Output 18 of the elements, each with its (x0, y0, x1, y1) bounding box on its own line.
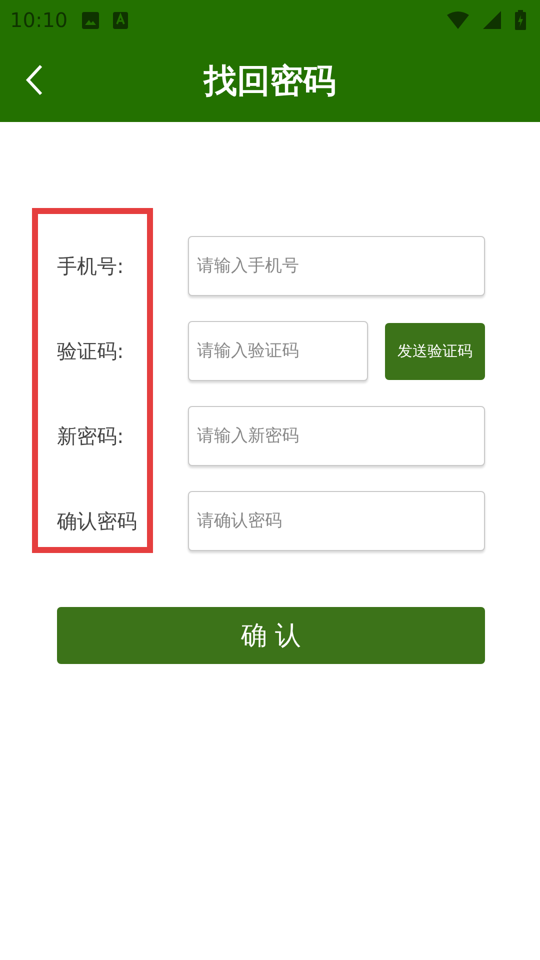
confirm-button[interactable]: 确 认 (57, 607, 485, 664)
field-label: 新密码: (57, 422, 125, 450)
back-icon (25, 64, 43, 96)
input-field[interactable]: 请输入验证码 (188, 321, 368, 381)
status-time: 10:10 (10, 8, 68, 32)
font-icon (112, 12, 128, 28)
field-label: 确认密码 (57, 508, 138, 534)
field-label: 验证码: (57, 338, 125, 364)
field-label: 手机号: (57, 252, 125, 280)
input-field[interactable]: 请输入手机号 (188, 236, 485, 296)
input-field[interactable]: 请确认密码 (188, 491, 485, 551)
send-code-button[interactable]: 发送验证码 (385, 322, 485, 380)
battery-icon (515, 10, 526, 30)
page-title: 找回密码 (204, 60, 336, 102)
wifi-icon (447, 11, 469, 29)
signal-icon (483, 11, 501, 29)
image-icon (82, 12, 99, 28)
input-field[interactable]: 请输入新密码 (188, 406, 485, 466)
